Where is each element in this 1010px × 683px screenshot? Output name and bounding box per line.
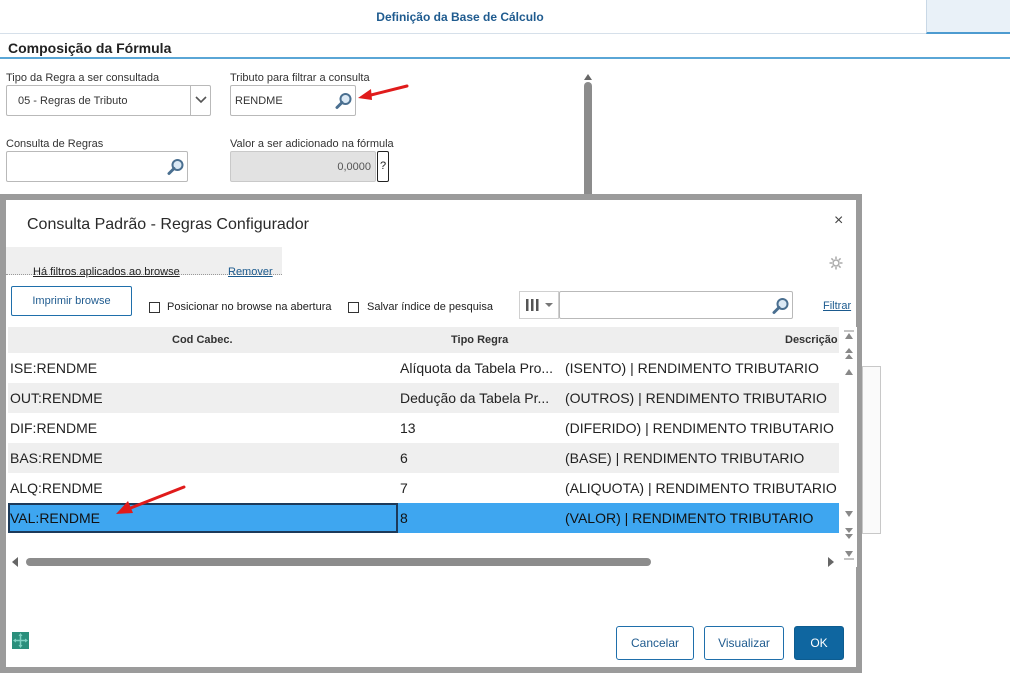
table-row[interactable]: BAS:RENDME 6 (BASE) | RENDIMENTO TRIBUTA… — [8, 443, 839, 473]
close-icon[interactable]: × — [834, 212, 843, 230]
browse-search-input[interactable] — [559, 291, 793, 319]
cell-tipo: 8 — [400, 510, 408, 526]
chevron-down-icon[interactable] — [190, 86, 210, 115]
scroll-page-up-icon[interactable] — [843, 347, 855, 361]
cell-tipo: 13 — [400, 420, 416, 436]
tributo-value: RENDME — [235, 95, 283, 107]
page-title: Definição da Base de Cálculo — [376, 10, 544, 24]
horizontal-scrollbar[interactable] — [26, 558, 651, 566]
cell-descricao: (BASE) | RENDIMENTO TRIBUTARIO — [565, 450, 805, 466]
tipo-regra-select[interactable]: 05 - Regras de Tributo — [6, 85, 211, 116]
consulta-regras-label: Consulta de Regras — [6, 138, 104, 150]
column-header-tipo[interactable]: Tipo Regra — [451, 334, 508, 346]
vertical-scrollbar[interactable] — [841, 327, 857, 567]
cell-descricao: (VALOR) | RENDIMENTO TRIBUTARIO — [565, 510, 814, 526]
modal-title: Consulta Padrão - Regras Configurador — [27, 216, 309, 233]
cell-tipo: 6 — [400, 450, 408, 466]
filters-applied-text: Há filtros aplicados ao browse — [33, 266, 180, 278]
cell-cod: ISE:RENDME — [10, 360, 98, 376]
print-browse-button[interactable]: Imprimir browse — [11, 286, 132, 316]
position-browse-checkbox[interactable] — [149, 302, 160, 313]
scroll-down-icon[interactable] — [843, 509, 855, 519]
scroll-right-icon[interactable] — [826, 556, 836, 568]
valor-label: Valor a ser adicionado na fórmula — [230, 138, 394, 150]
scroll-left-icon[interactable] — [10, 556, 20, 568]
column-header-descricao[interactable]: Descrição — [785, 334, 838, 346]
consulta-regras-input[interactable] — [6, 151, 188, 182]
cell-tipo: Dedução da Tabela Pr... — [400, 390, 550, 406]
cell-cod: OUT:RENDME — [10, 390, 103, 406]
section-title: Composição da Fórmula — [8, 40, 172, 56]
annotation-arrow-icon — [116, 485, 186, 514]
table-row[interactable]: ISE:RENDME Alíquota da Tabela Pro... (IS… — [8, 353, 839, 383]
search-icon[interactable] — [167, 158, 185, 179]
cell-descricao: (OUTROS) | RENDIMENTO TRIBUTARIO — [565, 390, 827, 406]
scroll-bottom-icon[interactable] — [843, 547, 855, 561]
cell-cod: ALQ:RENDME — [10, 480, 103, 496]
ok-button[interactable]: OK — [794, 626, 844, 660]
cell-cod: VAL:RENDME — [10, 510, 100, 526]
move-handle-icon[interactable] — [12, 632, 29, 649]
valor-input: 0,0000 — [230, 151, 376, 182]
tipo-regra-label: Tipo da Regra a ser consultada — [6, 72, 160, 84]
cell-cod: BAS:RENDME — [10, 450, 103, 466]
tributo-label: Tributo para filtrar a consulta — [230, 72, 370, 84]
cell-cod: DIF:RENDME — [10, 420, 98, 436]
filter-link[interactable]: Filtrar — [823, 300, 851, 312]
search-icon[interactable] — [772, 297, 790, 320]
section-divider — [0, 57, 1010, 59]
search-icon[interactable] — [335, 92, 353, 113]
remove-filters-link[interactable]: Remover — [228, 266, 273, 278]
table-row[interactable]: OUT:RENDME Dedução da Tabela Pr... (OUTR… — [8, 383, 839, 413]
cell-tipo: Alíquota da Tabela Pro... — [400, 360, 554, 376]
cell-tipo: 7 — [400, 480, 408, 496]
valor-value: 0,0000 — [337, 161, 371, 173]
column-header-cod[interactable]: Cod Cabec. — [172, 334, 233, 346]
background-panel — [862, 366, 881, 534]
scroll-up-icon[interactable] — [843, 367, 855, 377]
cancel-button[interactable]: Cancelar — [616, 626, 694, 660]
cell-descricao: (ISENTO) | RENDIMENTO TRIBUTARIO — [565, 360, 819, 376]
cell-descricao: (DIFERIDO) | RENDIMENTO TRIBUTARIO — [565, 420, 834, 436]
scroll-top-icon[interactable] — [843, 329, 855, 343]
columns-button[interactable] — [519, 291, 559, 319]
background-scrollbar[interactable] — [584, 82, 592, 202]
columns-icon — [526, 299, 553, 311]
position-browse-label: Posicionar no browse na abertura — [167, 301, 332, 313]
save-index-checkbox[interactable] — [348, 302, 359, 313]
cell-descricao: (ALIQUOTA) | RENDIMENTO TRIBUTARIO — [565, 480, 837, 496]
header-divider — [0, 33, 926, 34]
header-tab[interactable] — [926, 0, 1010, 34]
help-button[interactable]: ? — [377, 151, 389, 182]
save-index-label: Salvar índice de pesquisa — [367, 301, 493, 313]
scroll-page-down-icon[interactable] — [843, 527, 855, 541]
gear-icon[interactable] — [829, 256, 843, 275]
grid-header: Cod Cabec. Tipo Regra Descrição — [8, 327, 839, 353]
tributo-input[interactable]: RENDME — [230, 85, 356, 116]
view-button[interactable]: Visualizar — [704, 626, 784, 660]
table-row[interactable]: DIF:RENDME 13 (DIFERIDO) | RENDIMENTO TR… — [8, 413, 839, 443]
consulta-modal: Consulta Padrão - Regras Configurador × … — [0, 194, 862, 673]
tipo-regra-value: 05 - Regras de Tributo — [18, 95, 128, 107]
annotation-arrow-icon — [358, 84, 409, 100]
